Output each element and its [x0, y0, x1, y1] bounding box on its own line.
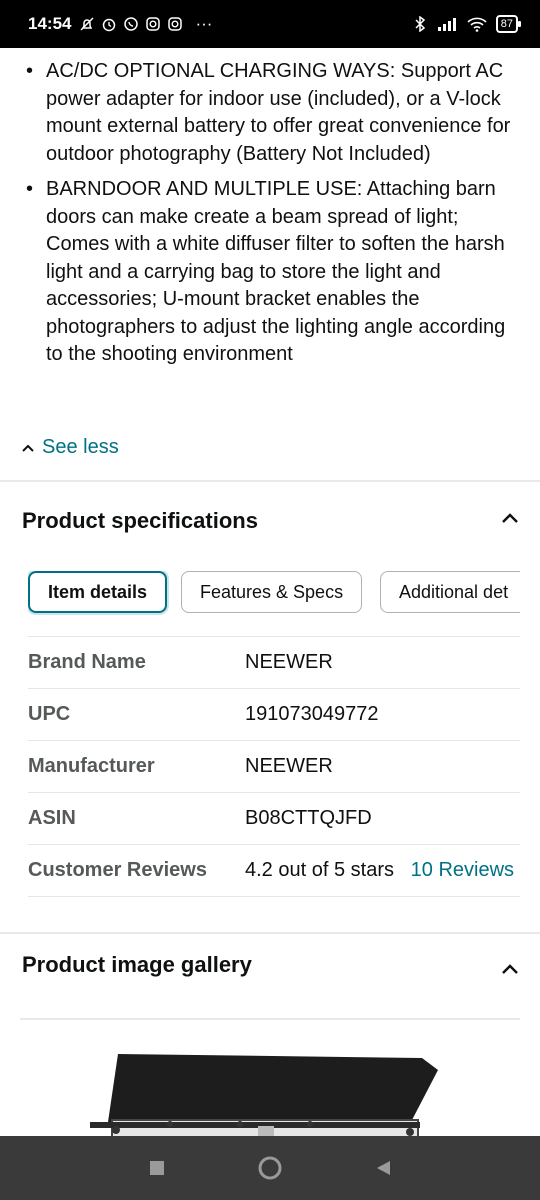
tab-features-specs[interactable]: Features & Specs: [181, 571, 363, 613]
specs-table: Brand Name NEEWER UPC 191073049772 Manuf…: [28, 636, 520, 897]
spec-key: Brand Name: [28, 651, 146, 673]
spec-value: 4.2 out of 5 stars 10 Reviews: [245, 857, 520, 884]
reviews-link[interactable]: 10 Reviews: [411, 859, 514, 881]
square-icon: [149, 1161, 164, 1175]
bullet-item: • AC/DC OPTIONAL CHARGING WAYS: Support …: [26, 58, 518, 168]
bullet-dot: •: [26, 178, 34, 200]
status-bar: 14:54 ··· 87: [0, 0, 540, 48]
whatsapp-icon: [123, 16, 139, 32]
alarm-icon: [101, 16, 117, 32]
bluetooth-icon: [412, 16, 428, 32]
section-divider: [0, 480, 540, 482]
tab-item-details[interactable]: Item details: [28, 571, 168, 613]
table-row: UPC 191073049772: [28, 688, 520, 740]
home-button[interactable]: [257, 1155, 283, 1181]
spec-value: NEEWER: [245, 755, 333, 777]
instagram-icon: [167, 16, 183, 32]
chevron-up-icon: [22, 444, 34, 452]
chevron-up-icon: [502, 964, 518, 974]
status-time: 14:54: [28, 14, 72, 33]
wifi-icon: [466, 16, 488, 32]
tab-additional-details[interactable]: Additional det: [380, 571, 520, 613]
bullet-dot: •: [26, 60, 34, 82]
recents-button[interactable]: [144, 1155, 170, 1181]
see-less-label: See less: [42, 436, 119, 458]
specs-collapse-button[interactable]: [498, 507, 522, 531]
section-divider: [0, 932, 540, 934]
table-row: Customer Reviews 4.2 out of 5 stars 10 R…: [28, 844, 520, 897]
feature-bullets: • AC/DC OPTIONAL CHARGING WAYS: Support …: [26, 58, 518, 377]
more-dots-icon: ···: [195, 14, 213, 33]
spec-key: Customer Reviews: [28, 859, 207, 881]
see-less-link[interactable]: See less: [20, 436, 119, 459]
specs-tabs: Item details Features & Specs Additional…: [28, 571, 520, 615]
chevron-up-icon: [502, 513, 518, 523]
signal-icon: [436, 16, 458, 32]
spec-key: Manufacturer: [28, 755, 155, 777]
bullet-text: AC/DC OPTIONAL CHARGING WAYS: Support AC…: [46, 60, 511, 165]
spec-value: NEEWER: [245, 651, 333, 673]
back-button[interactable]: [370, 1155, 396, 1181]
rating-text: 4.2 out of 5 stars: [245, 859, 394, 881]
battery-icon: 87: [495, 15, 522, 33]
spec-key: UPC: [28, 703, 71, 725]
instagram-icon: [145, 16, 161, 32]
table-row: Brand Name NEEWER: [28, 636, 520, 688]
mute-icon: [79, 16, 95, 32]
spec-value: 191073049772: [245, 703, 379, 725]
circle-icon: [258, 1156, 282, 1180]
bullet-text: BARNDOOR AND MULTIPLE USE: Attaching bar…: [46, 178, 506, 365]
gallery-collapse-button[interactable]: [498, 958, 522, 982]
spec-value: B08CTTQJFD: [245, 807, 372, 829]
bullet-item: • BARNDOOR AND MULTIPLE USE: Attaching b…: [26, 176, 518, 369]
table-row: ASIN B08CTTQJFD: [28, 792, 520, 844]
system-nav-bar: [0, 1136, 540, 1200]
gallery-title: Product image gallery: [22, 952, 252, 977]
specs-title: Product specifications: [22, 508, 258, 533]
spec-key: ASIN: [28, 807, 76, 829]
triangle-back-icon: [377, 1161, 391, 1175]
table-row: Manufacturer NEEWER: [28, 740, 520, 792]
